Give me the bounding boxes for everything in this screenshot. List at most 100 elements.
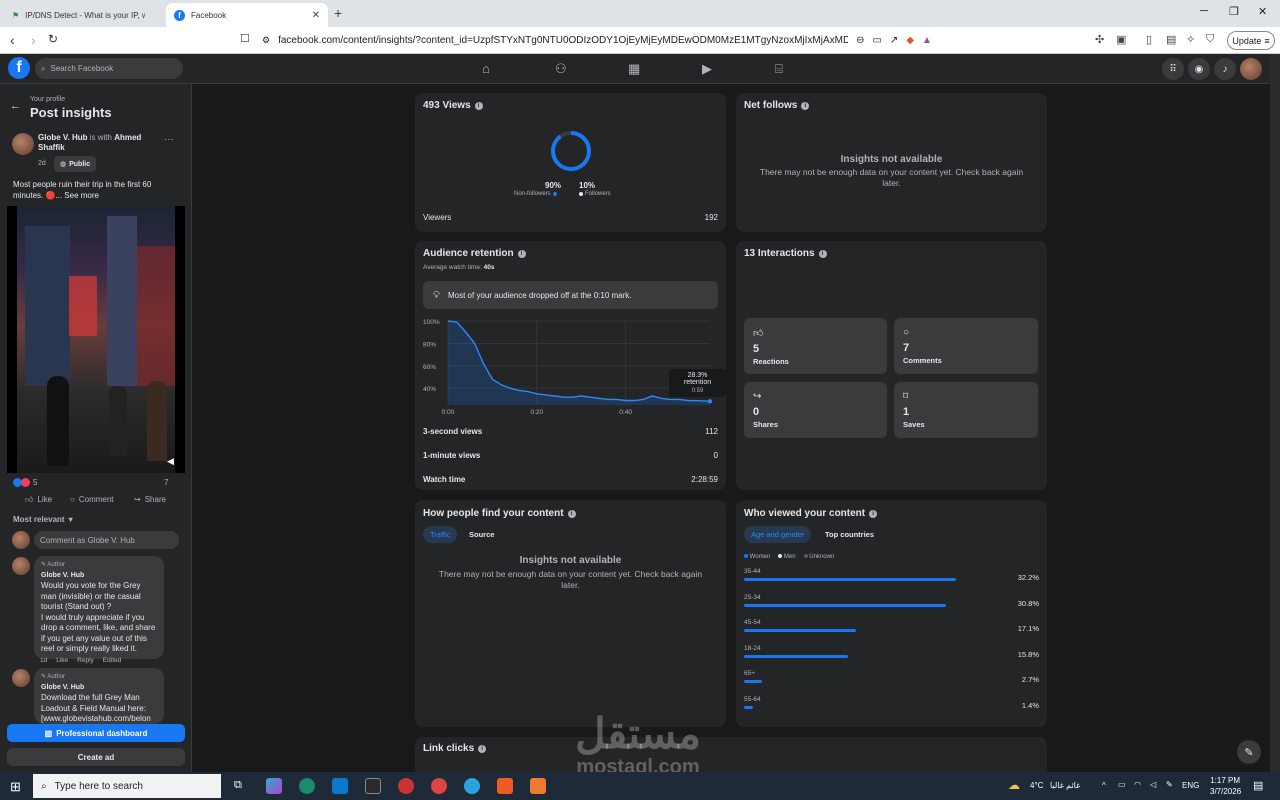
sort-label: Most relevant xyxy=(13,515,65,524)
comment-action-button[interactable]: ○ Comment xyxy=(70,495,114,504)
video-icon[interactable]: ▶ xyxy=(702,61,712,77)
app-icon[interactable] xyxy=(365,778,381,794)
legend-women: Women xyxy=(744,554,770,560)
task-view-icon[interactable]: ⧉ xyxy=(234,779,242,792)
app2-icon[interactable] xyxy=(530,778,546,794)
comment-author[interactable]: Globe V. Hub xyxy=(41,571,157,582)
page-scrollbar[interactable] xyxy=(1270,54,1280,772)
notifications-icon[interactable]: ♪ xyxy=(1214,58,1236,80)
tray-chevron-icon[interactable]: ^ xyxy=(1102,781,1106,790)
reading-list-icon[interactable]: ▣ xyxy=(1116,33,1126,46)
reaction-summary[interactable]: 5 xyxy=(13,478,37,487)
reload-icon[interactable]: ↻ xyxy=(48,32,58,46)
author-avatar[interactable] xyxy=(12,133,34,155)
tab-top-countries[interactable]: Top countries xyxy=(818,526,881,543)
bookmark-icon[interactable]: ☐ xyxy=(240,32,250,45)
search-placeholder: Search Facebook xyxy=(50,64,114,73)
tab-ip-dns[interactable]: ⚑ IP/DNS Detect - What is your IP, wha xyxy=(4,3,160,27)
home-icon[interactable]: ⌂ xyxy=(482,61,490,76)
info-icon[interactable]: i xyxy=(818,249,827,258)
comment-like-link[interactable]: Like xyxy=(56,657,68,664)
cast-icon[interactable]: ▭ xyxy=(872,35,881,46)
menu-grid-icon[interactable]: ⠿ xyxy=(1162,58,1184,80)
notification-center-icon[interactable]: ▤ xyxy=(1253,779,1263,792)
close-window-icon[interactable]: ✕ xyxy=(1258,5,1267,18)
back-icon[interactable]: ‹ xyxy=(10,32,15,48)
feeds-icon[interactable]: ▦ xyxy=(628,61,640,77)
maximize-icon[interactable]: ❐ xyxy=(1229,5,1239,18)
language-indicator[interactable]: ENG xyxy=(1182,781,1199,790)
dashboard-icon: ▥ xyxy=(44,728,53,738)
brave-rewards-icon[interactable]: ▲ xyxy=(922,35,932,46)
tab-age-gender[interactable]: Age and gender xyxy=(744,526,812,543)
vpn-icon[interactable]: ⛉ xyxy=(1206,33,1214,46)
comment-sort-dropdown[interactable]: Most relevant ▾ xyxy=(13,515,73,524)
marketplace-icon[interactable]: ⌸ xyxy=(775,61,783,77)
find-na-text: There may not be enough data on your con… xyxy=(438,569,703,590)
comment-age: 1d xyxy=(40,657,48,664)
volume-icon[interactable]: ◀ xyxy=(167,456,174,467)
comment-count[interactable]: 7 xyxy=(164,478,168,487)
share-page-icon[interactable]: ↗ xyxy=(890,35,898,46)
comment-input[interactable]: Comment as Globe V. Hub xyxy=(34,531,179,549)
close-tab-icon[interactable]: ✕ xyxy=(312,10,320,21)
reel-video[interactable]: ◀ xyxy=(7,206,185,473)
info-icon[interactable]: i xyxy=(869,509,878,518)
windows-start-icon[interactable]: ⊞ xyxy=(10,779,21,795)
profile-avatar[interactable] xyxy=(1240,58,1262,80)
chrome-profile-icon[interactable] xyxy=(398,778,414,794)
like-action-button[interactable]: 👍︎ Like xyxy=(25,495,52,505)
telegram-icon[interactable] xyxy=(464,778,480,794)
professional-dashboard-button[interactable]: ▥ Professional dashboard xyxy=(7,724,185,742)
info-icon[interactable]: i xyxy=(474,101,483,110)
pen-icon[interactable]: ✎ xyxy=(1166,780,1173,789)
chrome-icon[interactable] xyxy=(431,778,447,794)
weather-icon[interactable]: ☁ xyxy=(1008,778,1020,792)
back-arrow-icon[interactable]: ← xyxy=(10,100,21,112)
tab-traffic[interactable]: Traffic xyxy=(423,526,458,543)
tab-source[interactable]: Source xyxy=(462,526,501,543)
address-bar[interactable]: ⚙ facebook.com/content/insights/?content… xyxy=(256,30,976,51)
privacy-badge[interactable]: ◍ Public xyxy=(54,156,97,172)
messenger-icon[interactable]: ◉ xyxy=(1188,58,1210,80)
minimize-icon[interactable]: ─ xyxy=(1200,5,1208,17)
views-donut xyxy=(551,131,591,171)
volume-tray-icon[interactable]: ◁ xyxy=(1150,780,1156,789)
battery-icon[interactable]: ▭ xyxy=(1118,780,1126,789)
more-options-icon[interactable]: ··· xyxy=(164,134,174,145)
copilot-icon[interactable] xyxy=(266,778,282,794)
comment-author[interactable]: Globe V. Hub xyxy=(41,683,157,694)
network-icon[interactable]: ◠ xyxy=(1134,780,1141,789)
info-icon[interactable]: i xyxy=(567,509,576,518)
info-icon[interactable]: i xyxy=(517,249,526,258)
tab-facebook[interactable]: f Facebook ✕ xyxy=(166,3,328,27)
leo-ai-icon[interactable]: ✧ xyxy=(1186,33,1195,46)
create-ad-button[interactable]: Create ad xyxy=(7,748,185,766)
info-icon[interactable]: i xyxy=(478,744,487,753)
update-button[interactable]: Update ≡ xyxy=(1227,31,1275,50)
forward-icon[interactable]: › xyxy=(31,32,36,48)
comment-reply-link[interactable]: Reply xyxy=(77,657,94,664)
clock[interactable]: 1:17 PM 3/7/2026 xyxy=(1210,775,1241,797)
new-tab-icon[interactable]: + xyxy=(334,5,342,21)
extensions-icon[interactable]: ✣ xyxy=(1095,33,1104,46)
taskbar-search[interactable]: ⌕ Type here to search xyxy=(33,774,221,798)
info-icon[interactable]: i xyxy=(801,101,810,110)
share-action-button[interactable]: ↪ Share xyxy=(134,495,166,504)
compose-icon[interactable]: ✎ xyxy=(1237,740,1261,764)
site-settings-icon[interactable]: ⚙ xyxy=(262,35,270,46)
vscode-icon[interactable] xyxy=(332,778,348,794)
facebook-search-input[interactable]: ⌕ Search Facebook xyxy=(35,58,183,79)
author-name[interactable]: Globe V. Hub xyxy=(38,133,88,142)
sidebar-icon[interactable]: ▯ xyxy=(1146,33,1152,46)
non-followers-legend: Non-followers xyxy=(514,191,557,197)
wallet-icon[interactable]: ▤ xyxy=(1166,33,1176,46)
brave-shield-icon[interactable]: ◆ xyxy=(906,35,914,46)
edge-icon[interactable] xyxy=(299,778,315,794)
comment-text: Would you vote for the Grey man (invisib… xyxy=(41,581,156,653)
facebook-logo-icon[interactable]: f xyxy=(8,57,30,79)
brave-icon[interactable] xyxy=(497,778,513,794)
friends-icon[interactable]: ⚇ xyxy=(555,61,567,77)
views-title-text: 493 Views xyxy=(423,100,471,111)
zoom-icon[interactable]: ⊖ xyxy=(856,35,864,46)
